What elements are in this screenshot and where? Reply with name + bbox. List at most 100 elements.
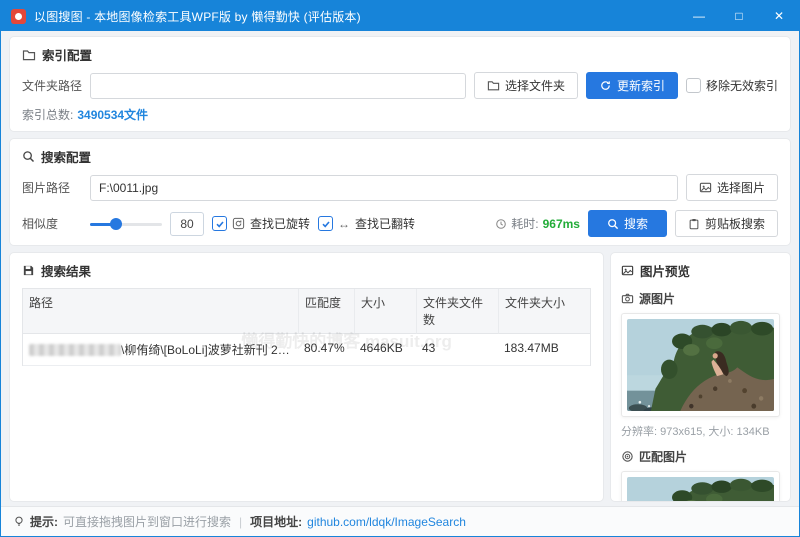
lightbulb-icon [15, 516, 23, 526]
matched-image-thumbnail [621, 471, 780, 501]
find-rotated-label: 查找已旋转 [250, 217, 311, 231]
save-icon [23, 265, 34, 276]
remove-invalid-label: 移除无效索引 [705, 79, 778, 93]
rotate-icon [232, 217, 245, 230]
folder-open-icon [487, 81, 500, 91]
update-index-label: 更新索引 [616, 79, 665, 93]
image-path-label: 图片路径 [22, 181, 71, 195]
elapsed-label: 耗时: [511, 217, 539, 231]
separator: | [239, 514, 243, 529]
camera-icon [621, 293, 634, 304]
project-label: 项目地址: [250, 515, 303, 529]
find-flipped-label: 查找已翻转 [355, 217, 416, 231]
clock-icon [496, 218, 507, 229]
maximize-button[interactable]: □ [719, 1, 759, 31]
search-icon [23, 151, 35, 163]
content-area: 索引配置 文件夹路径 选择文件夹 更新索引 移除无效索引 索引总数: 34905… [1, 31, 799, 506]
result-path-cell: \柳侑绮\[BoLoLi]波萝社新刊 2017-05-09 Vol.054 柳侑… [23, 334, 298, 366]
similarity-value-input[interactable] [170, 211, 204, 236]
tip-label: 提示: [30, 515, 58, 529]
find-flipped-checkbox[interactable]: ↔ 查找已翻转 [318, 215, 415, 232]
table-row[interactable]: \柳侑绮\[BoLoLi]波萝社新刊 2017-05-09 Vol.054 柳侑… [23, 334, 590, 366]
col-header-size[interactable]: 大小 [354, 289, 416, 334]
close-button[interactable]: ✕ [759, 1, 799, 31]
folder-icon [22, 49, 36, 60]
image-preview-header: 图片预览 [621, 261, 780, 280]
select-image-button[interactable]: 选择图片 [685, 174, 778, 201]
index-total-value: 3490534文件 [77, 108, 149, 122]
source-image-thumbnail [621, 313, 780, 417]
minimize-button[interactable]: — [679, 1, 719, 31]
source-image-label: 源图片 [639, 292, 676, 306]
elapsed-value: 967ms [542, 216, 580, 231]
window-title: 以图搜图 - 本地图像检索工具WPF版 by 懒得勤快 (评估版本) [34, 9, 361, 24]
index-total: 索引总数: 3490534文件 [22, 106, 778, 123]
matched-image-label-row: 匹配图片 [621, 448, 780, 465]
image-preview-card: 图片预览 源图片 分辨率: 973x615, 大小: 134KB 匹配图片 [610, 252, 791, 502]
results-table-header: 路径 匹配度 大小 文件夹文件数 文件夹大小 [23, 289, 590, 334]
search-icon [608, 218, 619, 229]
search-button-label: 搜索 [623, 217, 648, 231]
result-folder-size: 183.47MB [498, 334, 590, 366]
remove-invalid-checkbox[interactable]: 移除无效索引 [685, 77, 778, 94]
find-rotated-checkbox[interactable]: 查找已旋转 [212, 215, 310, 232]
search-results-card: 搜索结果 路径 匹配度 大小 文件夹文件数 文件夹大小 \柳侑绮\[BoLoLi… [9, 252, 604, 502]
select-image-label: 选择图片 [716, 181, 765, 195]
image-icon [699, 182, 712, 193]
check-icon [215, 220, 224, 228]
refresh-icon [601, 81, 610, 90]
project-link[interactable]: github.com/ldqk/ImageSearch [307, 515, 466, 529]
app-icon [11, 8, 26, 24]
select-folder-button[interactable]: 选择文件夹 [473, 72, 578, 99]
result-match: 80.47% [298, 334, 354, 366]
checkbox-checked [318, 216, 334, 231]
search-config-card: 搜索配置 图片路径 选择图片 相似度 [9, 138, 791, 246]
image-icon [621, 265, 634, 276]
matched-image [627, 477, 774, 501]
checkbox-unchecked [685, 78, 701, 93]
clipboard-search-button[interactable]: 剪贴板搜索 [674, 210, 778, 237]
result-size: 4646KB [354, 334, 416, 366]
search-config-title: 搜索配置 [41, 151, 92, 165]
search-button[interactable]: 搜索 [587, 210, 667, 237]
elapsed-time: 耗时: 967ms [495, 215, 580, 232]
index-total-label: 索引总数: [22, 108, 74, 122]
titlebar: 以图搜图 - 本地图像检索工具WPF版 by 懒得勤快 (评估版本) — □ ✕ [1, 1, 799, 31]
col-header-path[interactable]: 路径 [23, 289, 298, 334]
search-config-header: 搜索配置 [22, 147, 778, 166]
tip-text: 可直接拖拽图片到窗口进行搜索 [63, 515, 232, 529]
similarity-label: 相似度 [22, 217, 59, 231]
target-icon [622, 451, 633, 462]
similarity-slider[interactable] [90, 217, 162, 230]
search-results-header: 搜索结果 [22, 261, 591, 280]
col-header-folder-size[interactable]: 文件夹大小 [498, 289, 590, 334]
status-bar: 提示: 可直接拖拽图片到窗口进行搜索 | 项目地址: github.com/ld… [1, 506, 799, 536]
clipboard-icon [689, 218, 699, 229]
censored-path-prefix [29, 343, 121, 356]
clipboard-search-label: 剪贴板搜索 [704, 217, 765, 231]
flip-icon: ↔ [338, 216, 351, 231]
select-folder-label: 选择文件夹 [504, 79, 565, 93]
image-path-input[interactable] [90, 174, 678, 201]
update-index-button[interactable]: 更新索引 [585, 72, 678, 99]
check-icon [321, 220, 330, 228]
col-header-match[interactable]: 匹配度 [298, 289, 354, 334]
index-config-card: 索引配置 文件夹路径 选择文件夹 更新索引 移除无效索引 索引总数: 34905… [9, 36, 791, 132]
source-image-info: 分辨率: 973x615, 大小: 134KB [621, 426, 770, 438]
folder-path-label: 文件夹路径 [22, 79, 83, 93]
folder-path-input[interactable] [90, 72, 466, 99]
result-folder-files: 43 [416, 334, 498, 366]
image-preview-title: 图片预览 [640, 265, 691, 279]
source-image [627, 319, 774, 411]
slider-thumb[interactable] [109, 217, 122, 230]
index-config-title: 索引配置 [42, 49, 93, 63]
index-config-header: 索引配置 [22, 45, 778, 64]
search-results-title: 搜索结果 [41, 265, 92, 279]
result-path: \柳侑绮\[BoLoLi]波萝社新刊 2017-05-09 Vol.054 柳侑… [121, 343, 292, 357]
matched-image-label: 匹配图片 [639, 450, 688, 464]
col-header-folder-files[interactable]: 文件夹文件数 [416, 289, 498, 334]
checkbox-checked [212, 216, 227, 231]
app-window: 以图搜图 - 本地图像检索工具WPF版 by 懒得勤快 (评估版本) — □ ✕… [0, 0, 800, 537]
results-table: 路径 匹配度 大小 文件夹文件数 文件夹大小 \柳侑绮\[BoLoLi]波萝社新… [22, 288, 591, 366]
source-image-label-row: 源图片 [621, 290, 780, 307]
